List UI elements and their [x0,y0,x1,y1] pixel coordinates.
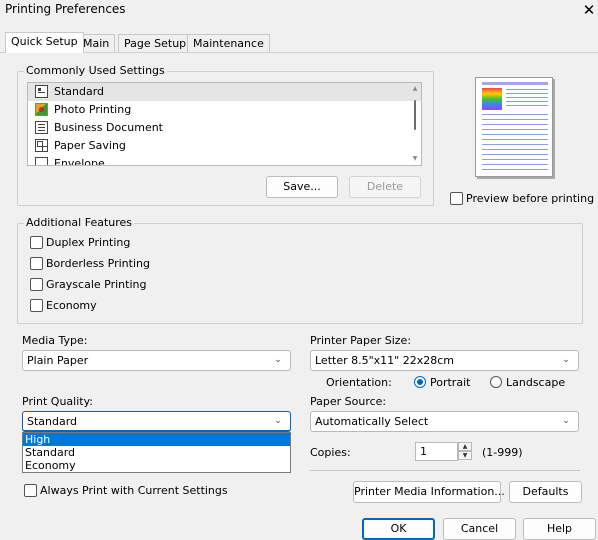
always-print-label: Always Print with Current Settings [40,484,228,497]
portrait-radio[interactable] [414,376,426,388]
printer-media-info-button[interactable]: Printer Media Information... [353,481,505,503]
copies-value: 1 [420,445,427,458]
economy-label: Economy [46,299,97,312]
list-item-label: Standard [54,85,105,98]
media-type-select[interactable]: Plain Paper ⌄ [22,350,291,371]
page-preview-image [475,77,553,177]
always-print-checkbox[interactable] [24,484,37,497]
print-quality-label: Print Quality: [22,395,94,408]
common-settings-list[interactable]: Standard Photo Printing Business Documen… [27,82,422,166]
print-quality-dropdown[interactable]: High Standard Economy [22,432,291,473]
grayscale-label: Grayscale Printing [46,278,147,291]
document-icon [35,121,48,134]
paper-saving-icon [35,139,48,152]
portrait-label: Portrait [430,376,471,389]
landscape-label: Landscape [506,376,566,389]
duplex-checkbox[interactable] [30,236,43,249]
chevron-down-icon: ⌄ [274,416,282,426]
photo-icon [35,103,48,116]
list-item-label: Photo Printing [54,103,132,116]
delete-button[interactable]: Delete [349,176,421,198]
grayscale-checkbox[interactable] [30,278,43,291]
print-quality-value: Standard [27,415,78,428]
defaults-button[interactable]: Defaults [509,481,582,503]
scroll-down-icon[interactable]: ▼ [411,155,419,163]
ok-button[interactable]: OK [362,518,435,540]
preview-checkbox-label: Preview before printing [466,192,595,205]
media-type-label: Media Type: [22,334,88,347]
print-quality-select[interactable]: Standard ⌄ [22,411,291,432]
additional-features-legend: Additional Features [24,216,135,229]
paper-size-select[interactable]: Letter 8.5"x11" 22x28cm ⌄ [310,350,579,371]
copies-label: Copies: [310,446,351,459]
window-title: Printing Preferences [5,2,126,16]
list-item-label: Business Document [54,121,163,134]
media-type-value: Plain Paper [27,354,89,367]
list-item[interactable]: Business Document [28,119,421,137]
save-button[interactable]: Save... [266,176,338,198]
paper-source-label: Paper Source: [310,395,387,408]
list-item-label: Paper Saving [54,139,126,152]
list-item[interactable]: Envelope [28,155,421,166]
list-item[interactable]: Photo Printing [28,101,421,119]
separator [310,470,580,471]
paper-source-select[interactable]: Automatically Select ⌄ [310,411,579,432]
tab-maintenance[interactable]: Maintenance [187,34,270,53]
scrollbar-thumb[interactable] [414,100,416,130]
paper-source-value: Automatically Select [315,415,429,428]
dropdown-option-economy[interactable]: Economy [23,459,290,472]
title-bar: Printing Preferences ✕ [0,0,598,22]
common-settings-legend: Commonly Used Settings [24,64,167,77]
copies-input[interactable]: 1 [415,442,458,461]
list-item[interactable]: Standard [28,83,421,101]
help-button[interactable]: Help [523,518,596,540]
list-item[interactable]: Paper Saving [28,137,421,155]
chevron-down-icon: ⌄ [562,355,570,365]
list-scrollbar[interactable]: ▲ ▼ [411,85,419,163]
economy-checkbox[interactable] [30,299,43,312]
chevron-down-icon: ⌄ [562,416,570,426]
tab-page-setup[interactable]: Page Setup [118,34,193,53]
dropdown-option-standard[interactable]: Standard [23,446,290,459]
preview-checkbox[interactable] [450,192,463,205]
paper-size-value: Letter 8.5"x11" 22x28cm [315,354,454,367]
copies-up-icon[interactable]: ▲ [458,442,472,451]
list-item-label: Envelope [54,157,105,166]
scroll-up-icon[interactable]: ▲ [411,85,419,93]
orientation-label: Orientation: [326,376,392,389]
landscape-radio[interactable] [490,376,502,388]
close-icon[interactable]: ✕ [580,0,598,20]
duplex-label: Duplex Printing [46,236,131,249]
tab-quick-setup[interactable]: Quick Setup [5,32,84,53]
borderless-checkbox[interactable] [30,257,43,270]
envelope-icon [35,157,48,165]
borderless-label: Borderless Printing [46,257,150,270]
paper-size-label: Printer Paper Size: [310,334,412,347]
copies-down-icon[interactable]: ▼ [458,451,472,460]
chevron-down-icon: ⌄ [274,355,282,365]
standard-icon [35,85,48,98]
dropdown-option-high[interactable]: High [23,433,290,446]
cancel-button[interactable]: Cancel [443,518,516,540]
copies-range: (1-999) [482,446,523,459]
